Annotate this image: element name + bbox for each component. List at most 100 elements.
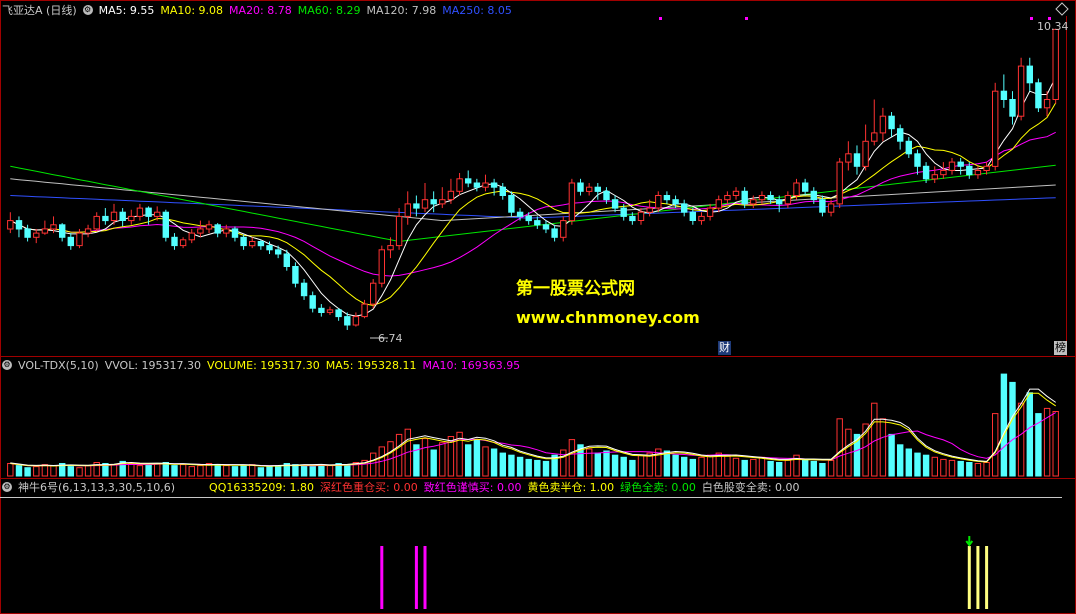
ind-name[interactable]: 神牛6号(6,13,13,3,30,5,10,6): [18, 479, 175, 495]
settings-icon[interactable]: ⚙: [82, 5, 93, 15]
candle-body: [888, 115, 895, 130]
volume-bar: [84, 465, 92, 477]
volume-bar: [430, 449, 437, 477]
candle-body: [136, 207, 144, 217]
settings-icon[interactable]: ⚙: [2, 360, 12, 370]
volume-bar: [940, 458, 947, 477]
volume-bar: [309, 466, 316, 477]
candle-body: [689, 211, 696, 221]
watermark-title: 第一股票公式网: [516, 279, 635, 299]
vol-name[interactable]: VOL-TDX(5,10): [18, 359, 99, 372]
top-marker: [1030, 17, 1033, 20]
candle-body: [421, 199, 429, 209]
indicator-header: ⚙ 神牛6号(6,13,13,3,30,5,10,6) QQ16335209: …: [2, 480, 806, 494]
volume-bar: [568, 439, 576, 477]
volume-bar: [439, 442, 446, 477]
volume-bar: [154, 463, 161, 477]
volume-bar: [681, 456, 688, 477]
volume-bar: [188, 466, 196, 477]
qq-value: QQ16335209: 1.80: [209, 480, 315, 494]
volume-bar: [706, 454, 714, 477]
volume-bar: [750, 458, 757, 477]
volume-bar: [292, 464, 299, 477]
candle-body: [430, 199, 437, 205]
volume-bar: [344, 464, 351, 477]
volume-bar: [732, 457, 740, 477]
candle-body: [776, 199, 783, 205]
candle-body: [758, 195, 766, 201]
volume-bar: [637, 454, 645, 477]
candle-body: [983, 165, 990, 172]
ma120-value: MA120: 7.98: [366, 3, 437, 17]
candle-body: [534, 220, 541, 226]
candle-body: [154, 211, 161, 217]
settings-icon[interactable]: ⚙: [2, 482, 12, 492]
candle-body: [957, 161, 964, 167]
candle-body: [119, 211, 126, 221]
volume-bar: [128, 463, 135, 477]
volume-bar: [33, 466, 40, 477]
volume-bar: [983, 462, 990, 477]
candle-body: [542, 224, 550, 230]
volume-bar: [508, 454, 515, 477]
signal-bar: [985, 546, 989, 609]
volume-bar: [827, 459, 835, 477]
white-sell-value: 白色股变全卖: 0.00: [701, 481, 800, 494]
volume-bar: [663, 450, 671, 477]
magenta-buy-value: 致红色谨慎买: 0.00: [423, 481, 522, 494]
candle-body: [1035, 82, 1042, 109]
candle-body: [110, 211, 118, 221]
volume-bar: [1009, 381, 1016, 477]
rank-badge[interactable]: 榜: [1054, 341, 1067, 355]
candle-body: [387, 245, 394, 251]
candle-body: [871, 132, 878, 142]
volume-bar: [888, 433, 895, 477]
diamond-icon: [1055, 2, 1069, 16]
candle-body: [992, 90, 999, 167]
volume-bar: [421, 438, 429, 477]
candle-body: [326, 309, 334, 313]
vol-ma10-value: MA10: 169363.95: [422, 358, 521, 372]
volume-bar: [240, 465, 247, 477]
volume-bar: [499, 452, 507, 477]
candle-body: [473, 182, 481, 188]
price-header: 飞亚达A (日线) ⚙ MA5: 9.55 MA10: 9.08 MA20: 8…: [2, 2, 518, 18]
volume-header: ⚙ VOL-TDX(5,10) VVOL: 195317.30 VOLUME: …: [2, 358, 526, 372]
candle-body: [508, 195, 515, 213]
candle-body: [223, 228, 230, 234]
yellow-sell-value: 黄色卖半仓: 1.00: [527, 481, 615, 494]
volume-bar: [162, 462, 170, 477]
finance-badge[interactable]: 财: [718, 341, 731, 355]
candle-body: [594, 186, 601, 192]
candle-body: [352, 316, 360, 326]
candle-body: [750, 199, 757, 205]
ma250-value: MA250: 8.05: [442, 3, 512, 17]
candle-body: [629, 215, 636, 222]
stock-name[interactable]: 飞亚达A (日线): [2, 2, 77, 18]
candle-body: [1000, 90, 1008, 100]
candle-body: [525, 215, 532, 222]
candle-body: [197, 228, 204, 234]
candle-body: [568, 182, 576, 222]
candle-body: [810, 190, 817, 201]
volume-bar: [560, 449, 567, 477]
candle-body: [577, 182, 584, 192]
volume-bar: [620, 456, 627, 477]
candle-body: [41, 228, 49, 234]
volume-bar: [136, 465, 144, 477]
candle-body: [698, 215, 705, 222]
volume-bar: [326, 465, 334, 477]
volume-bar: [957, 460, 964, 477]
candle-body: [646, 207, 653, 213]
chart-frame: [0, 0, 1076, 614]
candle-body: [922, 165, 930, 180]
volume-bar: [275, 465, 282, 477]
candle-body: [395, 215, 403, 247]
volume-bar: [482, 446, 489, 477]
candle-body: [741, 190, 748, 205]
candle-body: [145, 207, 152, 217]
candle-body: [499, 186, 507, 196]
candle-body: [724, 195, 731, 201]
candle-body: [413, 203, 420, 209]
stock-chart[interactable]: [0, 0, 1076, 614]
